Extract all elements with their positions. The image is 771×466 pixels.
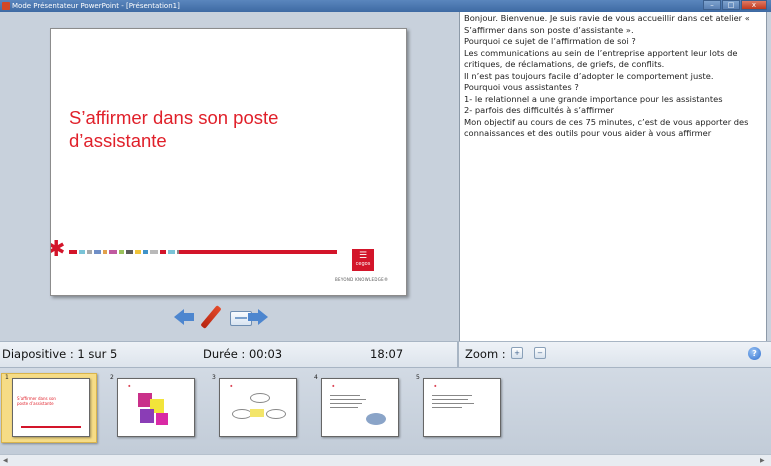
notes-line: Bonjour. Bienvenue. Je suis ravie de vou… [464,13,750,35]
puzzle-piece [156,413,168,425]
maximize-button[interactable]: □ [722,0,740,10]
slide-counter: Diapositive : 1 sur 5 [2,347,118,361]
diagram-node [250,393,270,403]
clock: 18:07 [370,347,404,361]
thumbnail-image [366,413,386,425]
slide-nav-toolbar [172,304,282,330]
thumbnail-text-line [330,395,360,396]
thumbnail-header: ✱ [230,384,233,388]
thumbnail-text-line [330,407,358,408]
close-button[interactable]: x [741,0,767,10]
scroll-left-icon[interactable]: ◀ [3,457,8,464]
asterisk-logo-icon: ✱ [51,239,65,261]
thumbnail-title: S’affirmer dans son poste d’assistante [17,396,56,406]
slide-thumbnail-strip: 1 S’affirmer dans son poste d’assistante… [0,368,771,454]
notes-line: Pourquoi ce sujet de l’affirmation de so… [464,36,636,46]
thumbnail-number: 1 [5,374,9,381]
thumbnail-text-line [432,407,462,408]
zoom-out-icon[interactable]: − [534,347,546,359]
slide-pane: S’affirmer dans son poste d’assistante ✱… [0,12,457,341]
cegos-logo: ☰ cegos [352,249,374,271]
thumbnail-slide-3[interactable]: ✱ [219,378,297,437]
status-bar: Diapositive : 1 sur 5 Durée : 00:03 18:0… [0,341,771,368]
arrow-right-icon[interactable] [248,309,268,325]
red-bar [179,250,337,254]
thumbnail-header: ✱ [434,384,437,388]
thumbnail-header: ✱ [332,384,335,388]
thumbnail-number: 4 [314,374,318,381]
thumbnail-number: 2 [110,374,114,381]
duration-timer: Durée : 00:03 [203,347,283,361]
diagram-node [232,409,252,419]
minimize-button[interactable]: – [703,0,721,10]
arrow-left-icon[interactable] [174,309,194,325]
notes-line: Il n’est pas toujours facile d’adopter l… [464,70,714,81]
cegos-mark-icon: ☰ [358,251,368,261]
thumbnail-slide-5[interactable]: ✱ [423,378,501,437]
logo-text: cegos [355,261,371,267]
thumbnail-text-line [330,403,362,404]
notes-line: Pourquoi vous assistantes ? [464,82,579,92]
thumbnail-text-line [432,399,468,400]
zoom-label: Zoom : [465,347,506,361]
powerpoint-icon [2,2,10,10]
speaker-notes[interactable]: Bonjour. Bienvenue. Je suis ravie de vou… [459,12,767,341]
notes-line: Mon objectif au cours de ces 75 minutes,… [464,116,749,139]
status-divider [457,342,459,368]
help-icon[interactable]: ? [748,347,761,360]
window-titlebar: Mode Présentateur PowerPoint - [Présenta… [0,0,771,12]
thumbnail-slide-2[interactable]: ✱ [117,378,195,437]
window-controls: – □ x [702,0,767,11]
thumbnail-text-line [330,399,366,400]
thumbnail-header: ✱ [128,384,131,388]
zoom-in-icon[interactable]: + [511,347,523,359]
thumbnail-slide-1[interactable]: S’affirmer dans son poste d’assistante [12,378,90,437]
thumbnail-bar [21,426,81,428]
diagram-node [266,409,286,419]
thumbnail-number: 5 [416,374,420,381]
thumbnail-slide-4[interactable]: ✱ [321,378,399,437]
notes-line: 1- le relationnel a une grande importanc… [464,93,723,104]
thumbnail-text-line [432,395,472,396]
thumbnail-text-line [432,403,474,404]
window-title: Mode Présentateur PowerPoint - [Présenta… [12,2,180,10]
puzzle-piece [140,409,154,423]
diagram-node [250,409,264,417]
current-slide[interactable]: S’affirmer dans son poste d’assistante ✱… [50,28,407,296]
thumbnail-number: 3 [212,374,216,381]
tagline: BEYOND KNOWLEDGE® [335,277,389,282]
color-stripes [69,250,181,254]
pen-icon[interactable] [200,305,222,329]
notes-line: Les communications au sein de l’entrepri… [464,47,738,70]
scroll-right-icon[interactable]: ▶ [760,457,765,464]
notes-line: 2- parfois des difficultés à s’affirmer [464,105,614,115]
thumbnail-scrollbar[interactable]: ◀ ▶ [0,454,771,466]
slide-title: S’affirmer dans son poste d’assistante [69,107,279,151]
